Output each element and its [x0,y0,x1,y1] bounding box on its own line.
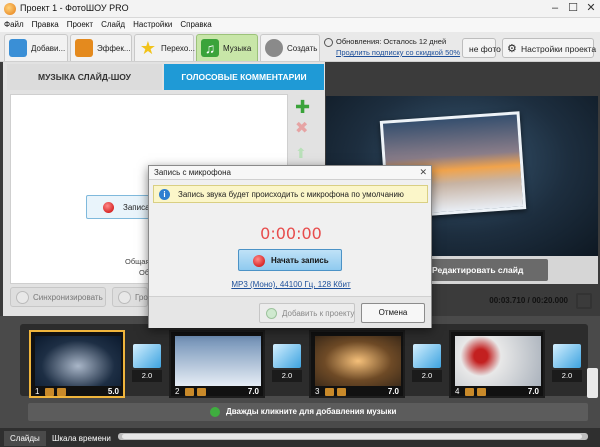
menu-bar: Файл Правка Проект Слайд Настройки Справка [0,18,600,32]
volume-icon [118,291,131,304]
slide-image [455,336,541,386]
effect-icon [45,388,54,396]
transition-icon [133,344,161,368]
title-bar: Проект 1 - ФотоШОУ PRO – ☐ ✕ [0,0,600,18]
renew-subscription-link[interactable]: Продлить подписку со скидкой 50% [336,48,460,57]
menu-settings[interactable]: Настройки [129,18,176,31]
updates-notice: Обновления: Осталось 12 дней Продлить по… [322,34,464,60]
strip-scroll-button[interactable] [587,368,598,398]
recording-timer: 0:00:00 [260,224,322,243]
tab-add-photos[interactable]: Добави... [4,34,68,61]
slide-thumbnail[interactable]: 4 7.0 [449,330,545,398]
gear-icon: ⚙ [507,43,517,55]
tab-slides[interactable]: Слайды [4,431,46,446]
tab-effects[interactable]: Эффек... [70,34,132,61]
delete-comment-icon[interactable]: ✖ [295,120,313,138]
slide-thumbnail[interactable]: 3 7.0 [309,330,405,398]
minimize-button[interactable]: – [548,2,562,16]
info-text: Запись звука будет происходить с микрофо… [178,190,404,199]
updates-days-left: Обновления: Осталось 12 дней [336,37,447,46]
effect-icon [185,388,194,396]
playback-bar: 00:03.710 / 00:20.000 [430,292,598,310]
record-dot-icon [253,255,265,267]
audio-format-link[interactable]: MP3 (Моно), 44100 Гц, 128 Кбит [149,280,433,289]
tab-create[interactable]: Создать [260,34,320,61]
effect-icon [325,388,334,396]
tab-voice-comments[interactable]: ГОЛОСОВЫЕ КОММЕНТАРИИ [164,64,324,90]
volume-button[interactable]: Гро [112,287,148,307]
music-icon [477,388,486,396]
record-dot-icon [103,202,114,213]
start-recording-button[interactable]: Начать запись [238,249,342,271]
transition-icon [273,344,301,368]
music-icon [337,388,346,396]
music-note-icon [210,407,220,417]
project-settings-button[interactable]: ⚙ Настройки проекта [502,38,597,58]
menu-project[interactable]: Проект [63,18,97,31]
window-title: Проект 1 - ФотоШОУ PRO [20,3,129,13]
transition-item[interactable]: 2.0 [412,344,442,384]
slide-image [35,336,121,386]
record-dialog: Запись с микрофона ✕ i Запись звука буде… [148,165,432,328]
music-icon [57,388,66,396]
close-icon[interactable]: ✕ [419,167,427,178]
tab-music[interactable]: ♫ Музыка [196,34,258,61]
slide-image [175,336,261,386]
clock-icon [324,38,333,47]
dialog-title: Запись с микрофона [149,166,431,180]
tab-slideshow-music[interactable]: МУЗЫКА СЛАЙД-ШОУ [7,64,162,90]
dialog-footer: Добавить к проекту Отмена [149,296,431,328]
horizontal-scrollbar[interactable] [118,433,588,440]
menu-file[interactable]: Файл [0,18,28,31]
tab-timeline[interactable]: Шкала времени [46,431,117,446]
palette-icon [75,39,93,57]
transition-item[interactable]: 2.0 [552,344,582,384]
transition-icon [553,344,581,368]
add-to-project-button[interactable]: Добавить к проекту [259,303,355,323]
edit-slide-button[interactable]: Редактировать слайд [420,259,548,281]
app-logo-icon [4,3,16,15]
check-icon [266,308,277,319]
transition-item[interactable]: 2.0 [272,344,302,384]
time-readout: 00:03.710 / 00:20.000 [489,296,568,305]
star-icon: ★ [139,38,157,58]
sync-icon [16,291,29,304]
cancel-button[interactable]: Отмена [361,303,425,323]
move-up-icon[interactable]: ⬆ [295,144,313,162]
fullscreen-icon[interactable] [576,293,592,309]
close-window-button[interactable]: ✕ [584,2,598,16]
film-reel-icon [265,39,283,57]
music-track-row[interactable]: Дважды кликните для добавления музыки [28,403,588,421]
total-duration-label: Общая [125,257,150,266]
project-settings-label: Настройки проекта [521,44,597,54]
menu-edit[interactable]: Правка [28,18,63,31]
scrollbar-thumb[interactable] [122,434,582,439]
slide-thumbnail[interactable]: 1 5.0 [29,330,125,398]
menu-help[interactable]: Справка [176,18,215,31]
synchronize-button[interactable]: Синхронизировать [10,287,106,307]
maximize-button[interactable]: ☐ [566,2,580,16]
add-photos-icon [9,39,27,57]
slide-thumbnail[interactable]: 2 7.0 [169,330,265,398]
effect-icon [465,388,474,396]
music-icon [197,388,206,396]
transition-item[interactable]: 2.0 [132,344,162,384]
transition-icon [413,344,441,368]
slide-image [315,336,401,386]
add-comment-icon[interactable]: ✚ [295,98,313,116]
photo-button[interactable]: не фото [462,38,501,58]
info-icon: i [159,189,170,200]
tab-transitions[interactable]: ★ Перехо... [134,34,195,61]
info-banner: i Запись звука будет происходить с микро… [153,185,428,203]
music-note-icon: ♫ [201,39,219,57]
menu-slide[interactable]: Слайд [97,18,129,31]
